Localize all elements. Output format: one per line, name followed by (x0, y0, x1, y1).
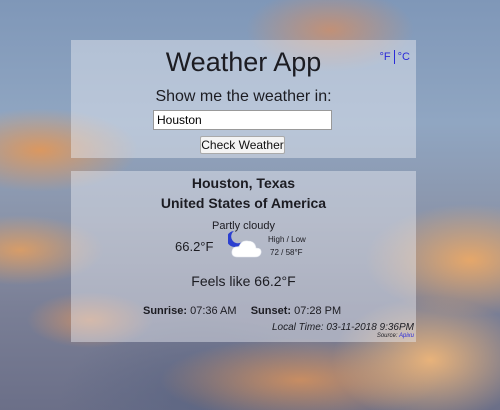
sunset-time: 07:28 PM (294, 305, 342, 317)
check-weather-button[interactable]: Check Weather (200, 136, 285, 154)
app-title: Weather App (165, 47, 322, 77)
data-source: Source: Apixu (377, 333, 414, 339)
source-label: Source: (376, 333, 398, 339)
search-prompt: Show me the weather in: (155, 88, 332, 105)
sunrise-label: Sunrise: (143, 305, 188, 317)
sunset-label: Sunset: (250, 305, 292, 317)
local-time: Local Time: 03-11-2018 9:36PM (271, 322, 414, 333)
location-country: United States of America (160, 195, 327, 211)
city-input[interactable] (153, 110, 332, 130)
current-temperature: 66.2°F (175, 239, 214, 254)
search-panel: °F °C Weather App Show me the weather in… (71, 40, 416, 158)
partly-cloudy-night-icon (228, 231, 262, 258)
weather-panel: Houston, Texas United States of America … (71, 171, 416, 342)
sun-times: Sunrise: 07:36 AM Sunset: 07:28 PM (143, 305, 341, 317)
location-city: Houston, Texas (191, 175, 296, 191)
high-low-values: 72 / 58°F (270, 248, 303, 257)
sunrise-time: 07:36 AM (190, 305, 237, 317)
source-link[interactable]: Apixu (399, 333, 414, 339)
high-low-label: High / Low (268, 235, 306, 244)
feels-like: Feels like 66.2°F (191, 273, 296, 289)
